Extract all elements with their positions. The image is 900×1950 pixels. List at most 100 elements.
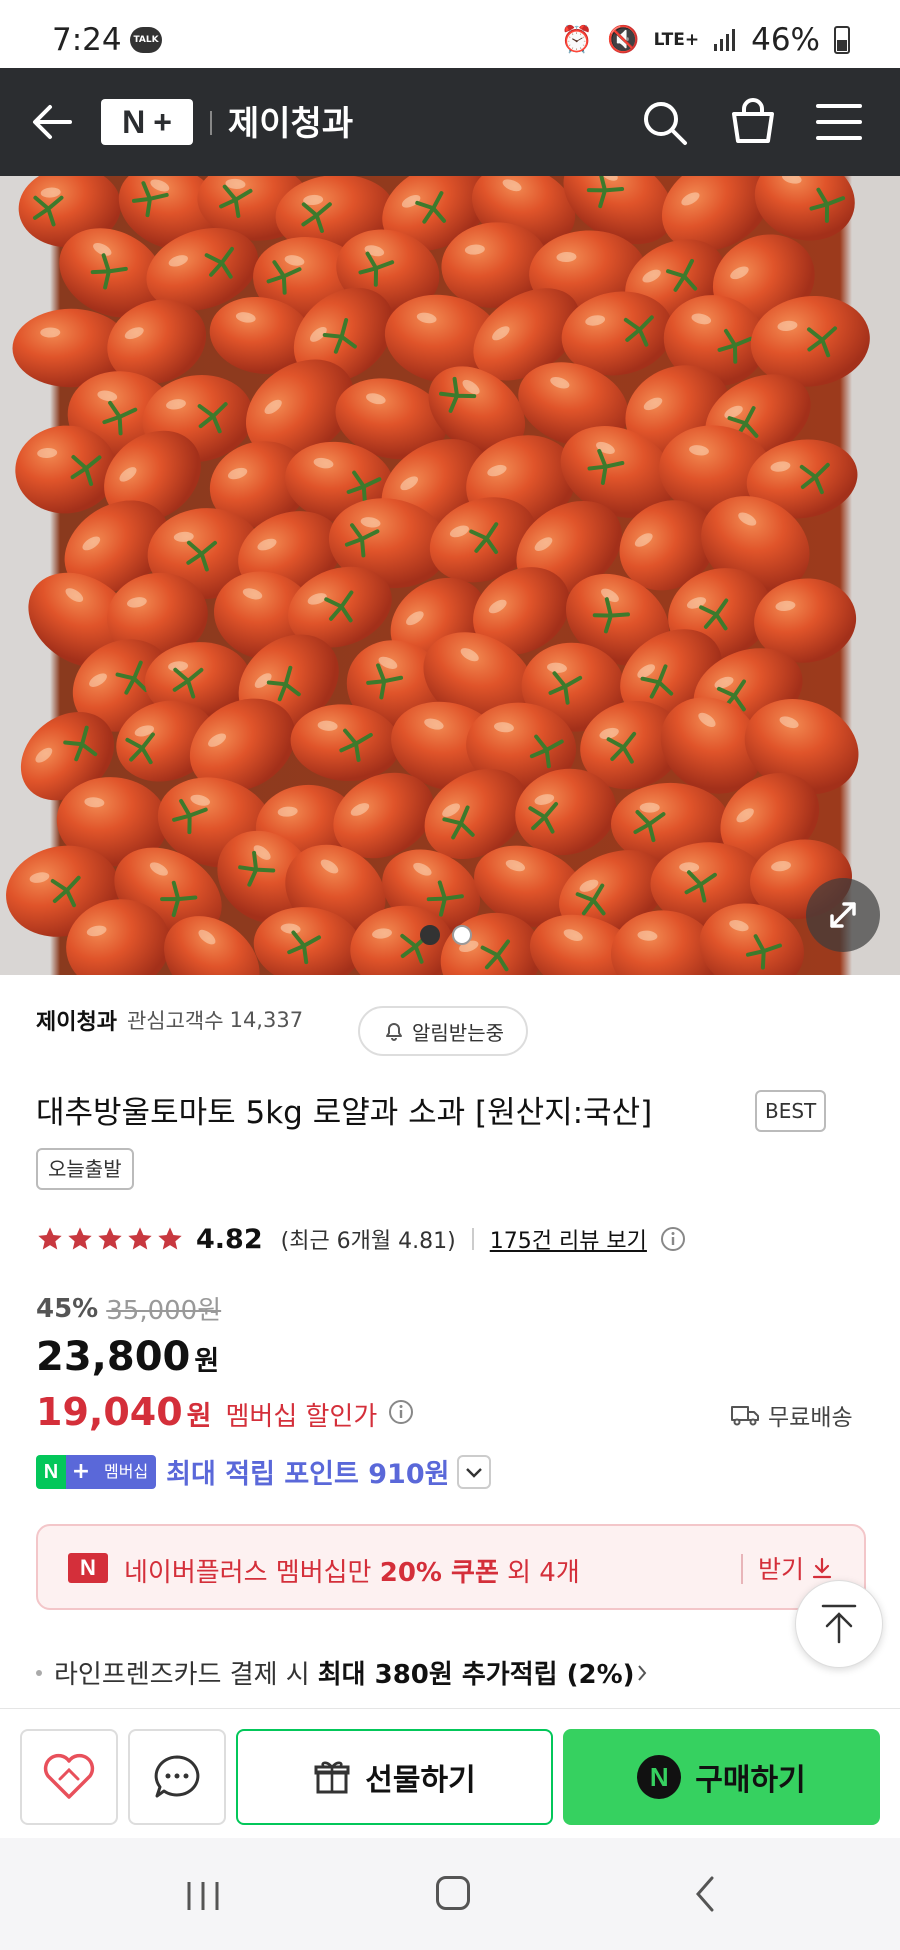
points-text: 최대 적립 포인트 910원: [166, 1459, 450, 1490]
coupon-bold: 20% 쿠폰: [379, 1558, 499, 1588]
recent-apps-icon[interactable]: [183, 1878, 223, 1914]
alarm-icon: ⏰: [560, 25, 594, 55]
points-row: N + 멤버십 최대 적립 포인트 910원: [36, 1452, 492, 1491]
product-title: 대추방울토마토 5kg 로얄과 소과 [원산지:국산]: [36, 1095, 653, 1131]
network-type: LTE+: [653, 29, 700, 50]
download-icon: [812, 1557, 832, 1579]
chat-button[interactable]: [128, 1729, 226, 1825]
member-price-unit: 원: [186, 1401, 212, 1432]
ships-today-badge: 오늘출발: [36, 1148, 134, 1190]
tomato-photo: [6, 176, 870, 975]
card-strong: 최대 380원 추가적립 (2%): [317, 1660, 635, 1690]
seller-name[interactable]: 제이청과: [36, 1004, 117, 1036]
member-price: 19,040: [36, 1390, 183, 1434]
rating-divider: [471, 1228, 474, 1250]
rating-row: 4.82 (최근 6개월 4.81) 175건 리뷰 보기: [36, 1220, 687, 1258]
star-icon: [38, 1227, 62, 1250]
price-row: 23,800 원: [36, 1334, 219, 1380]
sale-price: 23,800: [36, 1334, 191, 1380]
naver-pay-n-icon: N: [637, 1755, 682, 1799]
buy-label: 구매하기: [695, 1763, 806, 1798]
gallery-dot-2[interactable]: [452, 925, 472, 945]
store-name[interactable]: 제이청과: [228, 96, 353, 145]
coupon-text: 네이버플러스 멤버십만 20% 쿠폰 외 4개: [124, 1552, 580, 1589]
mute-icon: 🔇: [607, 25, 640, 55]
buy-button[interactable]: N 구매하기: [563, 1729, 880, 1825]
status-icons: ⏰ 🔇 LTE+ 46%: [561, 22, 850, 58]
member-price-label: 멤버십 할인가: [225, 1402, 378, 1432]
bell-icon: [386, 1023, 402, 1041]
rating-value: 4.82: [196, 1223, 263, 1255]
bottom-action-bar: 선물하기 N 구매하기: [0, 1708, 900, 1838]
truck-icon: [731, 1406, 759, 1426]
status-time: 7:24: [52, 22, 122, 58]
menu-icon[interactable]: [814, 100, 864, 144]
notify-button[interactable]: 알림받는중: [358, 1006, 528, 1056]
talk-notification-icon: TALK: [130, 27, 162, 53]
price-unit: 원: [194, 1346, 220, 1377]
np-text: 멤버십: [96, 1454, 157, 1489]
card-benefit-row[interactable]: 라인프렌즈카드 결제 시 최대 380원 추가적립 (2%): [36, 1654, 649, 1691]
coupon-banner[interactable]: N 네이버플러스 멤버십만 20% 쿠폰 외 4개 받기: [36, 1524, 866, 1610]
rating-stars: [36, 1225, 184, 1253]
chevron-right-icon: [637, 1664, 646, 1681]
np-plus: +: [66, 1454, 96, 1489]
back-arrow-icon[interactable]: [30, 100, 74, 144]
heart-icon: [43, 1753, 95, 1799]
status-bar: 7:24 TALK ⏰ 🔇 LTE+ 46%: [0, 0, 900, 68]
discount-row: 45% 35,000원: [36, 1290, 221, 1327]
gift-label: 선물하기: [365, 1763, 476, 1798]
gift-button[interactable]: 선물하기: [236, 1729, 553, 1825]
fans-label: 관심고객수: [126, 1009, 224, 1033]
naver-plus-membership-badge: N + 멤버십: [36, 1454, 157, 1489]
back-icon[interactable]: [690, 1874, 720, 1914]
naver-n-icon: N: [68, 1553, 108, 1583]
home-icon[interactable]: [436, 1876, 470, 1910]
original-price: 35,000원: [106, 1296, 222, 1326]
member-price-row: 19,040 원 멤버십 할인가: [36, 1390, 415, 1434]
gallery-dot-1[interactable]: [420, 925, 440, 945]
search-icon[interactable]: [640, 98, 690, 148]
star-icon: [158, 1227, 182, 1250]
coupon-get-label: 받기: [758, 1555, 805, 1584]
battery-icon: [834, 26, 850, 54]
logo-plus: +: [153, 103, 172, 140]
shipping-label: 무료배송: [768, 1405, 853, 1431]
logo-n: N: [122, 103, 146, 140]
info-icon[interactable]: [659, 1225, 687, 1253]
discount-percent: 45%: [36, 1293, 99, 1324]
header-divider: [210, 111, 212, 135]
coupon-prefix: 네이버플러스 멤버십만: [124, 1558, 380, 1588]
app-header: N + 제이청과: [0, 68, 900, 176]
expand-icon: [830, 902, 856, 928]
like-button[interactable]: [20, 1729, 118, 1825]
info-icon[interactable]: [387, 1398, 415, 1426]
notify-label: 알림받는중: [412, 1020, 504, 1045]
gallery-indicator: [420, 925, 472, 945]
arrow-up-icon: [821, 1604, 857, 1644]
star-icon: [98, 1227, 122, 1250]
coupon-get-button[interactable]: 받기: [758, 1550, 834, 1586]
gift-icon: [314, 1761, 350, 1794]
star-icon: [128, 1227, 152, 1250]
scroll-to-top-button[interactable]: [795, 1580, 883, 1668]
expand-image-button[interactable]: [806, 878, 880, 952]
chevron-down-icon: [466, 1467, 483, 1478]
coupon-divider: [741, 1554, 743, 1584]
naver-plus-store-logo[interactable]: N +: [101, 99, 193, 145]
review-link[interactable]: 175건 리뷰 보기: [490, 1223, 647, 1255]
shopping-bag-icon[interactable]: [728, 96, 778, 146]
coupon-suffix: 외 4개: [498, 1558, 580, 1588]
signal-icon: [714, 29, 736, 51]
shipping-info: 무료배송: [730, 1398, 853, 1432]
recent-rating: (최근 6개월 4.81): [280, 1229, 456, 1254]
bullet: [36, 1669, 42, 1676]
system-navigation-bar: [0, 1838, 900, 1950]
chat-icon: [154, 1755, 200, 1798]
np-n: N: [36, 1454, 66, 1489]
product-image[interactable]: [0, 176, 900, 975]
battery-percent: 46%: [751, 22, 820, 58]
best-badge: BEST: [755, 1090, 827, 1132]
seller-info: 제이청과 관심고객수 14,337: [36, 1004, 303, 1036]
points-expand-button[interactable]: [457, 1454, 492, 1489]
